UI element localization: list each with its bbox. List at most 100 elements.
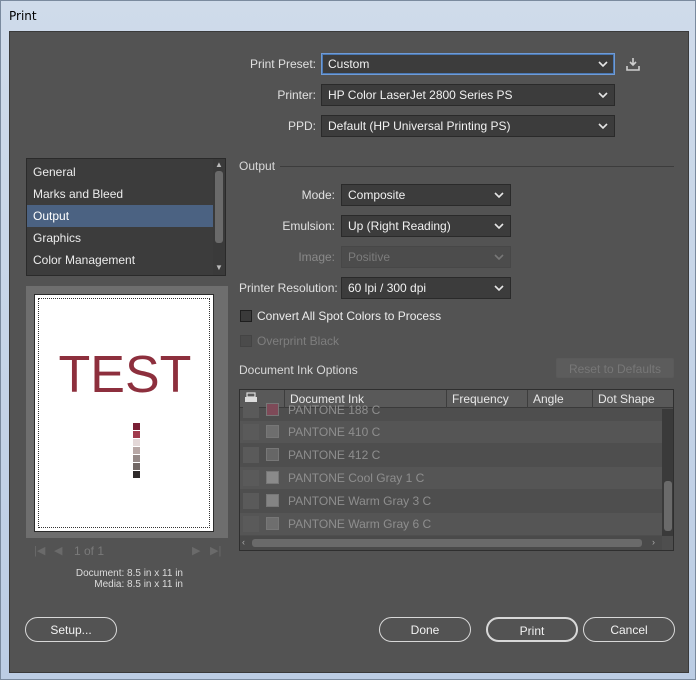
print-dialog: Print Preset: Custom Printer: HP Color L… — [9, 31, 689, 673]
printer-icon[interactable] — [243, 470, 259, 486]
preview-swatch — [133, 439, 140, 446]
printer-resolution-select[interactable]: 60 lpi / 300 dpi — [341, 277, 511, 299]
output-section-divider — [280, 166, 674, 167]
chevron-down-icon — [494, 188, 504, 202]
ink-name: PANTONE 410 C — [288, 425, 381, 439]
emulsion-label: Emulsion: — [282, 219, 335, 233]
scrollbar-thumb[interactable] — [664, 481, 672, 531]
spot-color-icon — [266, 448, 279, 461]
title-bar: Print — [1, 1, 696, 31]
scroll-left-icon[interactable]: ‹ — [242, 537, 245, 547]
spot-color-icon — [266, 403, 279, 416]
preview-margin: TEST — [38, 298, 210, 528]
media-size: Media: 8.5 in x 11 in — [94, 579, 183, 590]
preview-sample-text: TEST — [58, 346, 192, 404]
ink-options-title: Document Ink Options — [239, 363, 358, 377]
ink-name: PANTONE 412 C — [288, 448, 381, 462]
ppd-value: Default (HP Universal Printing PS) — [328, 119, 511, 133]
preview-paper: TEST — [34, 294, 214, 532]
ppd-label: PPD: — [287, 119, 316, 133]
printer-icon[interactable] — [243, 447, 259, 463]
sidebar-item-general[interactable]: General — [27, 161, 213, 183]
chevron-down-icon — [494, 281, 504, 295]
printer-label: Printer: — [277, 88, 316, 102]
page-preview: TEST — [26, 286, 228, 538]
preview-navigation: |◀ ◀ 1 of 1 ▶ ▶| — [26, 540, 228, 562]
table-row[interactable]: PANTONE Warm Gray 3 C — [240, 490, 662, 512]
next-page-icon[interactable]: ▶ — [192, 544, 200, 557]
sidebar-item-output[interactable]: Output — [27, 205, 213, 227]
ink-name: PANTONE Warm Gray 3 C — [288, 494, 432, 508]
window-frame: Print Print Preset: Custom Printer: HP C… — [0, 0, 696, 680]
mode-label: Mode: — [301, 188, 335, 202]
sidebar-item-marks-and-bleed[interactable]: Marks and Bleed — [27, 183, 213, 205]
cancel-button[interactable]: Cancel — [583, 617, 675, 642]
emulsion-value: Up (Right Reading) — [348, 219, 451, 233]
window-title: Print — [9, 9, 37, 23]
mode-value: Composite — [348, 188, 406, 202]
table-row[interactable]: PANTONE 412 C — [240, 444, 662, 466]
scroll-up-icon[interactable]: ▲ — [215, 160, 223, 169]
image-select[interactable]: Positive — [341, 246, 511, 268]
ink-name: PANTONE Warm Gray 6 C — [288, 517, 432, 531]
image-label: Image: — [298, 250, 335, 264]
printer-resolution-value: 60 lpi / 300 dpi — [348, 281, 427, 295]
spot-color-icon — [266, 425, 279, 438]
print-preset-label: Print Preset: — [249, 57, 316, 71]
print-preset-value: Custom — [328, 57, 370, 71]
reset-to-defaults-button[interactable]: Reset to Defaults — [556, 358, 674, 378]
save-preset-icon[interactable] — [624, 56, 642, 72]
chevron-down-icon — [494, 219, 504, 233]
category-list-scrollbar[interactable]: ▲ ▼ — [213, 159, 225, 275]
category-list: General Marks and Bleed Output Graphics … — [26, 158, 226, 276]
ink-name: PANTONE Cool Gray 1 C — [288, 471, 425, 485]
chevron-down-icon — [598, 119, 608, 133]
ink-table-vscrollbar[interactable] — [662, 409, 673, 536]
first-page-icon[interactable]: |◀ — [34, 544, 45, 557]
sidebar-item-color-management[interactable]: Color Management — [27, 249, 213, 271]
printer-icon[interactable] — [243, 402, 259, 418]
print-preset-select[interactable]: Custom — [321, 53, 615, 75]
last-page-icon[interactable]: ▶| — [210, 544, 221, 557]
printer-select[interactable]: HP Color LaserJet 2800 Series PS — [321, 84, 615, 106]
output-section-title: Output — [239, 159, 276, 173]
prev-page-icon[interactable]: ◀ — [54, 544, 62, 557]
ink-table: Document Ink Frequency Angle Dot Shape P… — [239, 389, 674, 551]
convert-spot-checkbox[interactable] — [240, 310, 252, 322]
table-row[interactable]: PANTONE 410 C — [240, 421, 662, 443]
scroll-down-icon[interactable]: ▼ — [215, 263, 223, 272]
table-row[interactable]: PANTONE Warm Gray 6 C — [240, 513, 662, 535]
sidebar-item-graphics[interactable]: Graphics — [27, 227, 213, 249]
spot-color-icon — [266, 517, 279, 530]
done-button[interactable]: Done — [379, 617, 471, 642]
overprint-black-label[interactable]: Overprint Black — [257, 334, 339, 348]
printer-resolution-label: Printer Resolution: — [239, 281, 338, 295]
overprint-black-checkbox[interactable] — [240, 335, 252, 347]
printer-icon[interactable] — [243, 493, 259, 509]
scrollbar-thumb[interactable] — [252, 539, 642, 547]
page-indicator: 1 of 1 — [74, 544, 105, 558]
preview-swatch — [133, 463, 140, 470]
table-row[interactable]: PANTONE 188 C — [240, 399, 662, 421]
scrollbar-thumb[interactable] — [215, 171, 223, 243]
print-button[interactable]: Print — [486, 617, 578, 642]
preview-swatch — [133, 431, 140, 438]
mode-select[interactable]: Composite — [341, 184, 511, 206]
printer-value: HP Color LaserJet 2800 Series PS — [328, 88, 513, 102]
emulsion-select[interactable]: Up (Right Reading) — [341, 215, 511, 237]
preview-swatch — [133, 471, 140, 478]
table-row[interactable]: PANTONE Cool Gray 1 C — [240, 467, 662, 489]
convert-spot-label[interactable]: Convert All Spot Colors to Process — [257, 309, 441, 323]
preview-swatch — [133, 423, 140, 430]
setup-button[interactable]: Setup... — [25, 617, 117, 642]
printer-icon[interactable] — [243, 516, 259, 532]
chevron-down-icon — [494, 250, 504, 264]
ink-table-hscrollbar[interactable]: ‹ › — [240, 536, 662, 550]
spot-color-icon — [266, 494, 279, 507]
ppd-select[interactable]: Default (HP Universal Printing PS) — [321, 115, 615, 137]
printer-icon[interactable] — [243, 424, 259, 440]
chevron-down-icon — [598, 57, 608, 71]
preview-swatch — [133, 455, 140, 462]
chevron-down-icon — [598, 88, 608, 102]
scroll-right-icon[interactable]: › — [652, 537, 655, 547]
